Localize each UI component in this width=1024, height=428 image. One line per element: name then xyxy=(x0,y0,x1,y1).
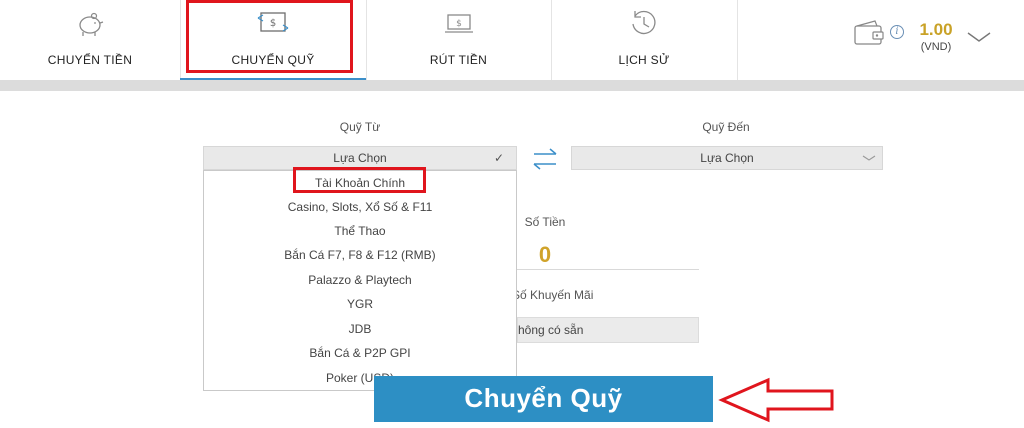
dropdown-option[interactable]: Casino, Slots, Xổ Số & F11 xyxy=(204,195,516,219)
dropdown-option[interactable]: Bắn Cá & P2P GPI xyxy=(204,341,516,365)
dropdown-option[interactable]: Palazzo & Playtech xyxy=(204,268,516,292)
to-fund-select[interactable]: Lựa Chọn xyxy=(571,146,883,170)
tab-label: CHUYỂN TIỀN xyxy=(47,53,133,67)
transfer-fund-button[interactable]: Chuyển Quỹ xyxy=(374,376,713,422)
top-navigation: CHUYỂN TIỀN $ CHUYỂN QUỸ $ RÚT TIỀN LỊCH… xyxy=(0,0,1024,80)
from-fund-selected-value: Lựa Chọn xyxy=(333,151,387,165)
amount-underline xyxy=(517,269,699,270)
check-icon: ✓ xyxy=(493,151,504,165)
from-fund-label: Quỹ Từ xyxy=(339,120,381,134)
header-divider-band xyxy=(0,80,1024,91)
annotation-highlight-tab xyxy=(186,0,353,73)
chevron-down-icon[interactable] xyxy=(966,30,992,44)
piggy-bank-icon xyxy=(79,12,104,36)
annotation-highlight-option xyxy=(293,167,426,193)
dropdown-option[interactable]: YGR xyxy=(204,292,516,316)
svg-text:$: $ xyxy=(456,19,462,29)
wallet-icon[interactable] xyxy=(853,20,885,46)
dropdown-option[interactable]: Thể Thao xyxy=(204,219,516,243)
annotation-arrow-icon xyxy=(718,377,834,423)
promo-label: Số Khuyến Mãi xyxy=(512,288,594,302)
history-clock-icon xyxy=(632,10,656,35)
tab-lich-su[interactable]: LỊCH SỬ xyxy=(551,0,737,80)
cash-withdraw-icon: $ xyxy=(444,14,473,33)
amount-value[interactable]: 0 xyxy=(506,242,584,268)
to-fund-selected-value: Lựa Chọn xyxy=(700,151,754,165)
swap-arrows-icon[interactable] xyxy=(531,146,559,172)
to-fund-label: Quỹ Đến xyxy=(702,120,750,134)
dropdown-option[interactable]: Bắn Cá F7, F8 & F12 (RMB) xyxy=(204,243,516,267)
balance-amount: 1.00 xyxy=(919,20,953,39)
tab-label: RÚT TIỀN xyxy=(429,53,488,67)
tab-chuyen-tien[interactable]: CHUYỂN TIỀN xyxy=(0,0,180,80)
dropdown-option[interactable]: JDB xyxy=(204,317,516,341)
balance-currency: (VND) xyxy=(920,41,952,53)
tab-label: LỊCH SỬ xyxy=(618,53,670,67)
chevron-down-icon xyxy=(862,155,876,161)
amount-label: Số Tiền xyxy=(524,215,566,229)
tab-rut-tien[interactable]: $ RÚT TIỀN xyxy=(366,0,551,80)
from-fund-dropdown-list: Tài Khoản Chính Casino, Slots, Xổ Số & F… xyxy=(203,170,517,391)
promo-select[interactable]: hông có sẵn xyxy=(517,317,699,343)
tab-divider xyxy=(737,0,738,80)
info-icon[interactable]: i xyxy=(890,25,904,39)
